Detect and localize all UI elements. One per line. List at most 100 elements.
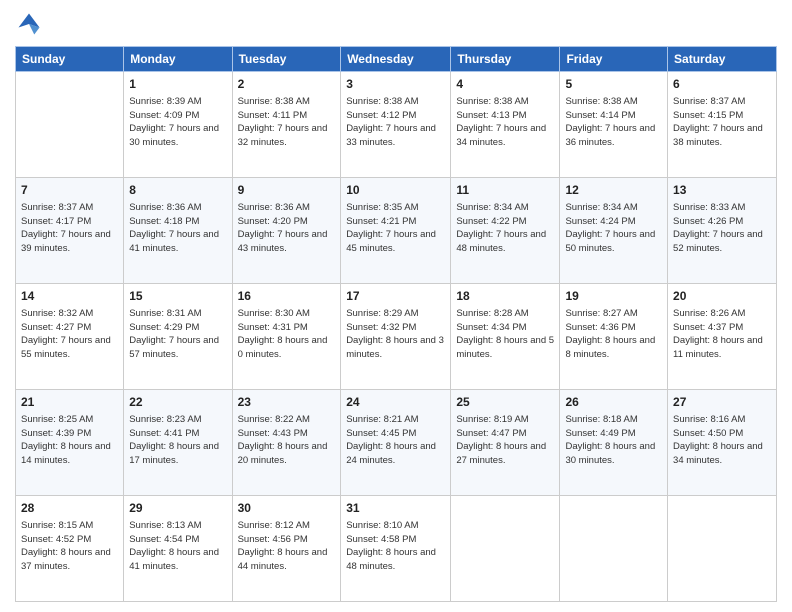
day-info: Sunrise: 8:34 AM Sunset: 4:24 PM Dayligh…	[565, 201, 662, 256]
calendar-cell: 21 Sunrise: 8:25 AM Sunset: 4:39 PM Dayli…	[16, 390, 124, 496]
day-info: Sunrise: 8:36 AM Sunset: 4:20 PM Dayligh…	[238, 201, 336, 256]
calendar-cell: 7Sunrise: 8:37 AM Sunset: 4:17 PM Daylig…	[16, 178, 124, 284]
header	[15, 10, 777, 38]
day-number: 8	[129, 182, 226, 199]
day-info: Sunrise: 8:32 AM Sunset: 4:27 PM Dayligh…	[21, 307, 118, 362]
calendar-cell: 29 Sunrise: 8:13 AM Sunset: 4:54 PM Dayli…	[124, 496, 232, 602]
weekday-header-monday: Monday	[124, 47, 232, 72]
calendar-cell: 26 Sunrise: 8:18 AM Sunset: 4:49 PM Dayli…	[560, 390, 668, 496]
calendar-cell: 6 Sunrise: 8:37 AM Sunset: 4:15 PM Daylig…	[668, 72, 777, 178]
day-number: 21	[21, 394, 118, 411]
calendar-cell: 19 Sunrise: 8:27 AM Sunset: 4:36 PM Dayli…	[560, 284, 668, 390]
day-number: 31	[346, 500, 445, 517]
calendar-cell: 1 Sunrise: 8:39 AM Sunset: 4:09 PM Daylig…	[124, 72, 232, 178]
day-info: Sunrise: 8:36 AM Sunset: 4:18 PM Dayligh…	[129, 201, 226, 256]
calendar-cell: 10Sunrise: 8:35 AM Sunset: 4:21 PM Dayli…	[341, 178, 451, 284]
day-info: Sunrise: 8:13 AM Sunset: 4:54 PM Dayligh…	[129, 519, 226, 574]
day-info: Sunrise: 8:10 AM Sunset: 4:58 PM Dayligh…	[346, 519, 445, 574]
day-info: Sunrise: 8:27 AM Sunset: 4:36 PM Dayligh…	[565, 307, 662, 362]
calendar-cell: 27 Sunrise: 8:16 AM Sunset: 4:50 PM Dayli…	[668, 390, 777, 496]
calendar-cell: 18 Sunrise: 8:28 AM Sunset: 4:34 PM Dayli…	[451, 284, 560, 390]
calendar-cell: 12 Sunrise: 8:34 AM Sunset: 4:24 PM Dayli…	[560, 178, 668, 284]
page: SundayMondayTuesdayWednesdayThursdayFrid…	[0, 0, 792, 612]
day-number: 29	[129, 500, 226, 517]
day-info: Sunrise: 8:28 AM Sunset: 4:34 PM Dayligh…	[456, 307, 554, 362]
weekday-header-friday: Friday	[560, 47, 668, 72]
day-info: Sunrise: 8:22 AM Sunset: 4:43 PM Dayligh…	[238, 413, 336, 468]
day-number: 16	[238, 288, 336, 305]
day-info: Sunrise: 8:38 AM Sunset: 4:11 PM Dayligh…	[238, 95, 336, 150]
day-number: 1	[129, 76, 226, 93]
day-number: 20	[673, 288, 771, 305]
day-info: Sunrise: 8:38 AM Sunset: 4:14 PM Dayligh…	[565, 95, 662, 150]
calendar-cell: 15Sunrise: 8:31 AM Sunset: 4:29 PM Dayli…	[124, 284, 232, 390]
day-info: Sunrise: 8:34 AM Sunset: 4:22 PM Dayligh…	[456, 201, 554, 256]
calendar-cell: 4Sunrise: 8:38 AM Sunset: 4:13 PM Daylig…	[451, 72, 560, 178]
weekday-header-sunday: Sunday	[16, 47, 124, 72]
day-info: Sunrise: 8:16 AM Sunset: 4:50 PM Dayligh…	[673, 413, 771, 468]
day-info: Sunrise: 8:30 AM Sunset: 4:31 PM Dayligh…	[238, 307, 336, 362]
calendar-cell: 25 Sunrise: 8:19 AM Sunset: 4:47 PM Dayli…	[451, 390, 560, 496]
calendar-cell: 31 Sunrise: 8:10 AM Sunset: 4:58 PM Dayli…	[341, 496, 451, 602]
day-number: 28	[21, 500, 118, 517]
week-row-1: 1 Sunrise: 8:39 AM Sunset: 4:09 PM Daylig…	[16, 72, 777, 178]
day-number: 9	[238, 182, 336, 199]
day-number: 12	[565, 182, 662, 199]
day-number: 3	[346, 76, 445, 93]
calendar-cell: 28 Sunrise: 8:15 AM Sunset: 4:52 PM Dayli…	[16, 496, 124, 602]
calendar-cell: 11 Sunrise: 8:34 AM Sunset: 4:22 PM Dayli…	[451, 178, 560, 284]
day-info: Sunrise: 8:29 AM Sunset: 4:32 PM Dayligh…	[346, 307, 445, 362]
calendar-cell: 17Sunrise: 8:29 AM Sunset: 4:32 PM Dayli…	[341, 284, 451, 390]
day-number: 10	[346, 182, 445, 199]
calendar-cell	[451, 496, 560, 602]
day-number: 14	[21, 288, 118, 305]
day-number: 13	[673, 182, 771, 199]
calendar-cell	[668, 496, 777, 602]
day-info: Sunrise: 8:37 AM Sunset: 4:15 PM Dayligh…	[673, 95, 771, 150]
day-info: Sunrise: 8:39 AM Sunset: 4:09 PM Dayligh…	[129, 95, 226, 150]
weekday-header-saturday: Saturday	[668, 47, 777, 72]
day-number: 30	[238, 500, 336, 517]
day-info: Sunrise: 8:25 AM Sunset: 4:39 PM Dayligh…	[21, 413, 118, 468]
day-info: Sunrise: 8:37 AM Sunset: 4:17 PM Dayligh…	[21, 201, 118, 256]
calendar-cell	[16, 72, 124, 178]
week-row-2: 7Sunrise: 8:37 AM Sunset: 4:17 PM Daylig…	[16, 178, 777, 284]
calendar-cell: 23 Sunrise: 8:22 AM Sunset: 4:43 PM Dayli…	[232, 390, 341, 496]
day-number: 4	[456, 76, 554, 93]
calendar-cell: 8 Sunrise: 8:36 AM Sunset: 4:18 PM Daylig…	[124, 178, 232, 284]
day-number: 27	[673, 394, 771, 411]
calendar-cell: 24Sunrise: 8:21 AM Sunset: 4:45 PM Dayli…	[341, 390, 451, 496]
day-info: Sunrise: 8:19 AM Sunset: 4:47 PM Dayligh…	[456, 413, 554, 468]
day-number: 18	[456, 288, 554, 305]
day-number: 25	[456, 394, 554, 411]
day-info: Sunrise: 8:26 AM Sunset: 4:37 PM Dayligh…	[673, 307, 771, 362]
calendar-cell: 20 Sunrise: 8:26 AM Sunset: 4:37 PM Dayli…	[668, 284, 777, 390]
day-info: Sunrise: 8:38 AM Sunset: 4:12 PM Dayligh…	[346, 95, 445, 150]
weekday-header-row: SundayMondayTuesdayWednesdayThursdayFrid…	[16, 47, 777, 72]
week-row-3: 14 Sunrise: 8:32 AM Sunset: 4:27 PM Dayli…	[16, 284, 777, 390]
day-info: Sunrise: 8:33 AM Sunset: 4:26 PM Dayligh…	[673, 201, 771, 256]
day-number: 11	[456, 182, 554, 199]
day-number: 23	[238, 394, 336, 411]
day-number: 24	[346, 394, 445, 411]
calendar-cell: 30Sunrise: 8:12 AM Sunset: 4:56 PM Dayli…	[232, 496, 341, 602]
weekday-header-thursday: Thursday	[451, 47, 560, 72]
calendar-cell: 22Sunrise: 8:23 AM Sunset: 4:41 PM Dayli…	[124, 390, 232, 496]
day-number: 5	[565, 76, 662, 93]
day-number: 19	[565, 288, 662, 305]
day-info: Sunrise: 8:15 AM Sunset: 4:52 PM Dayligh…	[21, 519, 118, 574]
day-info: Sunrise: 8:18 AM Sunset: 4:49 PM Dayligh…	[565, 413, 662, 468]
calendar-cell: 2Sunrise: 8:38 AM Sunset: 4:11 PM Daylig…	[232, 72, 341, 178]
calendar-table: SundayMondayTuesdayWednesdayThursdayFrid…	[15, 46, 777, 602]
day-info: Sunrise: 8:31 AM Sunset: 4:29 PM Dayligh…	[129, 307, 226, 362]
day-number: 26	[565, 394, 662, 411]
logo-icon	[15, 10, 43, 38]
day-number: 6	[673, 76, 771, 93]
calendar-cell: 14 Sunrise: 8:32 AM Sunset: 4:27 PM Dayli…	[16, 284, 124, 390]
calendar-cell	[560, 496, 668, 602]
calendar-cell: 13 Sunrise: 8:33 AM Sunset: 4:26 PM Dayli…	[668, 178, 777, 284]
logo	[15, 10, 47, 38]
weekday-header-tuesday: Tuesday	[232, 47, 341, 72]
calendar-cell: 9 Sunrise: 8:36 AM Sunset: 4:20 PM Daylig…	[232, 178, 341, 284]
calendar-cell: 3 Sunrise: 8:38 AM Sunset: 4:12 PM Daylig…	[341, 72, 451, 178]
